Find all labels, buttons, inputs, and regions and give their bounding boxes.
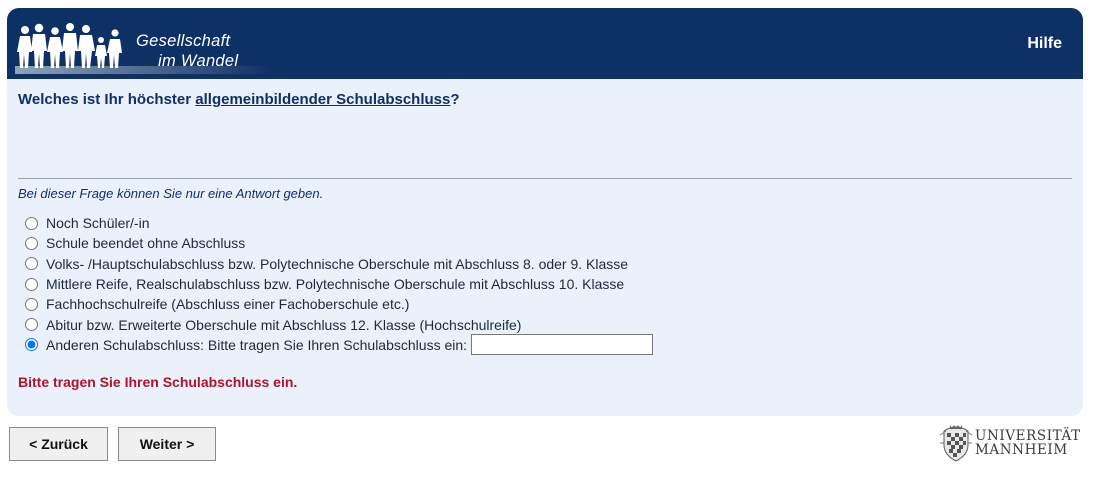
other-school-degree-input[interactable]	[471, 334, 654, 356]
option-radio[interactable]	[25, 318, 38, 332]
help-link[interactable]: Hilfe	[1027, 35, 1062, 53]
next-button[interactable]: Weiter >	[118, 427, 216, 461]
option-item: Abitur bzw. Erweiterte Oberschule mit Ab…	[21, 314, 653, 334]
divider	[18, 178, 1072, 179]
option-radio[interactable]	[25, 236, 38, 250]
question-suffix: ?	[450, 91, 460, 108]
question-text: Welches ist Ihr höchster allgemeinbilden…	[18, 91, 460, 108]
option-label[interactable]: Noch Schüler/-in	[46, 215, 150, 231]
option-item: Mittlere Reife, Realschulabschluss bzw. …	[21, 274, 653, 294]
option-item: Fachhochschulreife (Abschluss einer Fach…	[21, 294, 653, 314]
option-item: Schule beendet ohne Abschluss	[21, 233, 653, 253]
university-crest-icon	[939, 425, 973, 462]
back-button[interactable]: < Zurück	[9, 427, 108, 461]
option-item: Volks- /Hauptschulabschluss bzw. Polytec…	[21, 254, 653, 274]
university-name-line2: MANNHEIM	[975, 442, 1068, 458]
university-logo: UNIVERSITÄT MANNHEIM	[938, 421, 1088, 465]
option-label[interactable]: Volks- /Hauptschulabschluss bzw. Polytec…	[46, 256, 628, 272]
project-title-line1: Gesellschaft	[136, 32, 231, 50]
error-message: Bitte tragen Sie Ihren Schulabschluss ei…	[18, 374, 298, 390]
option-radio[interactable]	[25, 297, 38, 311]
question-prefix: Welches ist Ihr höchster	[18, 91, 196, 108]
university-name-line1: UNIVERSITÄT	[975, 428, 1081, 444]
question-emphasis-link[interactable]: allgemeinbildender Schulabschluss	[195, 91, 450, 108]
option-item-other: Anderen Schulabschluss: Bitte tragen Sie…	[21, 334, 654, 356]
option-label[interactable]: Schule beendet ohne Abschluss	[46, 235, 245, 251]
option-radio[interactable]	[25, 277, 38, 291]
option-radio-other[interactable]	[25, 338, 38, 352]
university-name: UNIVERSITÄT MANNHEIM	[975, 429, 1081, 457]
project-title: Gesellschaft im Wandel	[136, 31, 238, 71]
answer-options: Noch Schüler/-in Schule beendet ohne Abs…	[21, 213, 654, 356]
option-label[interactable]: Fachhochschulreife (Abschluss einer Fach…	[46, 296, 409, 312]
option-item: Noch Schüler/-in	[21, 213, 653, 233]
answer-instruction: Bei dieser Frage können Sie nur eine Ant…	[18, 186, 324, 201]
option-radio[interactable]	[25, 216, 38, 230]
option-label-other[interactable]: Anderen Schulabschluss: Bitte tragen Sie…	[46, 337, 467, 353]
option-label[interactable]: Abitur bzw. Erweiterte Oberschule mit Ab…	[46, 317, 521, 333]
option-label[interactable]: Mittlere Reife, Realschulabschluss bzw. …	[46, 276, 624, 292]
project-title-line2: im Wandel	[158, 52, 239, 70]
option-radio[interactable]	[25, 257, 38, 271]
survey-page: Gesellschaft im Wandel Hilfe Welches ist…	[0, 0, 1099, 481]
header-bar: Gesellschaft im Wandel Hilfe	[7, 8, 1083, 79]
survey-panel: Gesellschaft im Wandel Hilfe Welches ist…	[7, 8, 1083, 416]
project-logo: Gesellschaft im Wandel	[15, 18, 273, 74]
